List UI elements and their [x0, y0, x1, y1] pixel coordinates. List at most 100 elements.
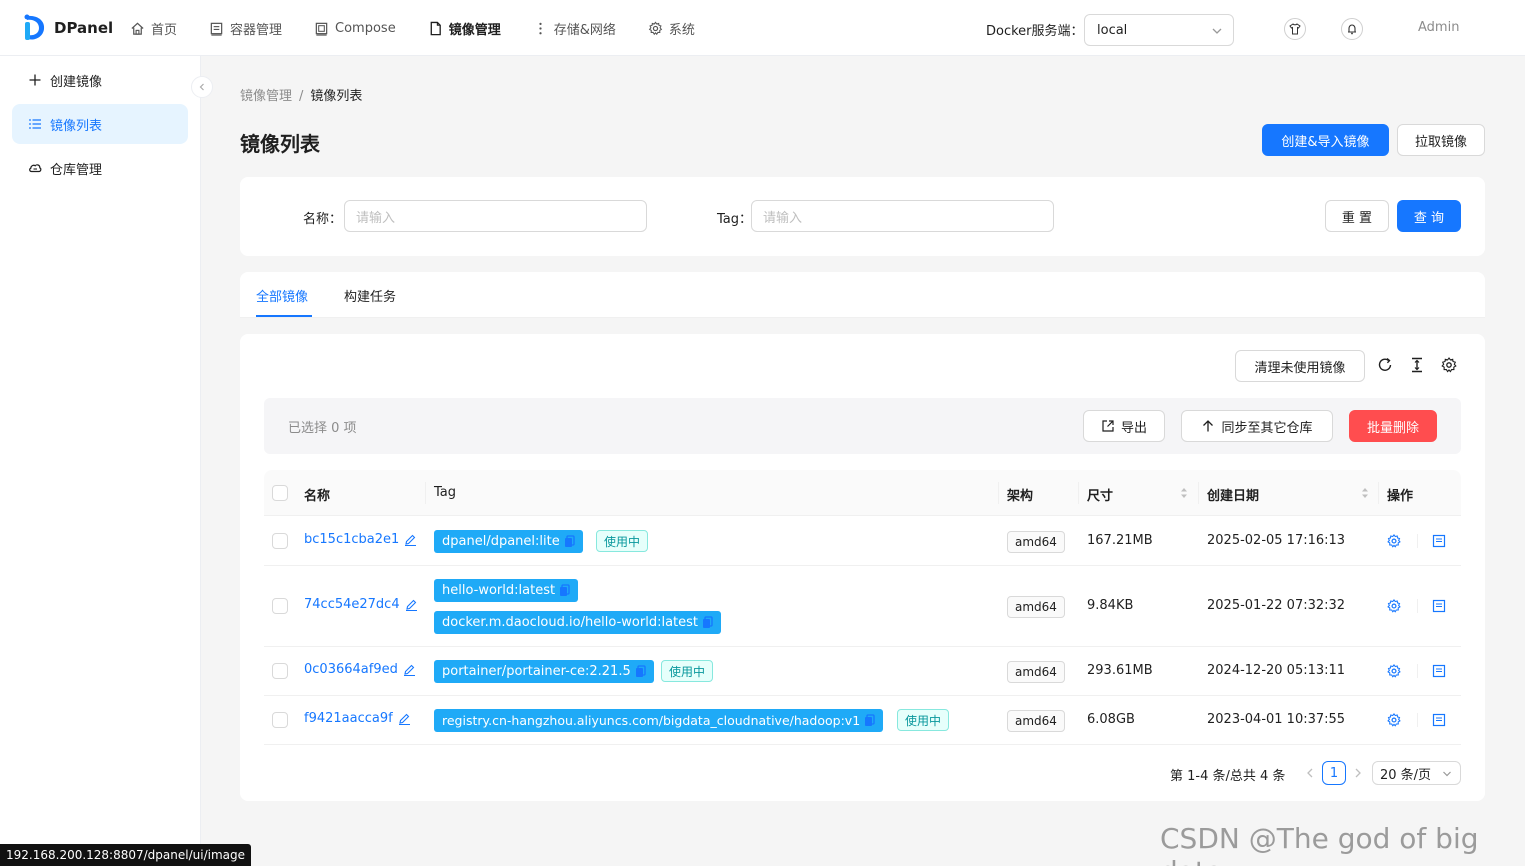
nav-compose[interactable]: Compose	[314, 0, 396, 56]
nav-system[interactable]: 系统	[648, 0, 695, 56]
image-id-link[interactable]: f9421aacca9f	[304, 711, 411, 726]
reset-button[interactable]: 重 置	[1325, 200, 1389, 232]
image-size: 9.84KB	[1087, 598, 1134, 613]
export-button[interactable]: 导出	[1083, 410, 1165, 442]
top-header: DPanel 首页 容器管理 Compose 镜像管理 存储&网络 系统 Doc…	[0, 0, 1525, 56]
page-size-value: 20 条/页	[1380, 767, 1432, 783]
copy-icon[interactable]	[864, 714, 875, 727]
tag-label: Tag：	[717, 212, 753, 227]
export-icon	[1102, 420, 1114, 432]
breadcrumb-separator: /	[299, 89, 304, 104]
dpanel-logo-icon	[24, 14, 45, 40]
name-search-input[interactable]: 请输入	[344, 200, 647, 232]
image-tag[interactable]: hello-world:latest	[434, 579, 579, 602]
action-divider	[1417, 599, 1418, 613]
row-checkbox[interactable]	[272, 663, 288, 679]
gear-icon[interactable]	[1387, 534, 1401, 548]
copy-icon[interactable]	[702, 616, 713, 629]
row-checkbox[interactable]	[272, 712, 288, 728]
image-tag-label: dpanel/dpanel:lite	[442, 534, 560, 549]
detail-icon[interactable]	[1432, 534, 1446, 548]
image-created: 2024-12-20 05:13:11	[1207, 663, 1346, 678]
docker-server-select[interactable]: local	[1084, 14, 1234, 46]
top-nav: 首页 容器管理 Compose 镜像管理 存储&网络 系统	[130, 0, 727, 56]
gear-icon[interactable]	[1387, 664, 1401, 678]
image-size: 293.61MB	[1087, 663, 1153, 678]
breadcrumb-parent[interactable]: 镜像管理	[240, 89, 292, 104]
name-label: 名称：	[303, 212, 343, 227]
pull-image-button[interactable]: 拉取镜像	[1397, 124, 1485, 156]
nav-home[interactable]: 首页	[130, 0, 177, 56]
page-1-button[interactable]: 1	[1322, 761, 1346, 785]
page-title: 镜像列表	[240, 132, 320, 156]
image-tag[interactable]: docker.m.daocloud.io/hello-world:latest	[434, 611, 722, 634]
compose-icon	[315, 22, 328, 36]
nav-containers-label: 容器管理	[230, 22, 283, 38]
sidebar-item-create-image[interactable]: 创建镜像	[12, 60, 188, 100]
detail-icon[interactable]	[1432, 713, 1446, 727]
nav-images[interactable]: 镜像管理	[428, 0, 501, 56]
nav-compose-label: Compose	[335, 20, 396, 36]
prev-page-icon[interactable]	[1305, 767, 1315, 779]
image-tag[interactable]: portainer/portainer-ce:2.21.5	[434, 660, 654, 683]
row-checkbox[interactable]	[272, 533, 288, 549]
refresh-icon[interactable]	[1377, 357, 1393, 373]
sort-icon[interactable]	[1360, 486, 1370, 500]
sidebar-collapse-button[interactable]	[191, 76, 213, 98]
next-page-icon[interactable]	[1353, 767, 1363, 779]
row-checkbox[interactable]	[272, 598, 288, 614]
export-label: 导出	[1120, 420, 1147, 436]
nav-images-label: 镜像管理	[448, 22, 501, 38]
detail-icon[interactable]	[1432, 599, 1446, 613]
query-button[interactable]: 查 询	[1397, 200, 1461, 232]
docker-server-label: Docker服务端：	[986, 24, 1084, 39]
edit-icon[interactable]	[404, 533, 417, 546]
active-tab-indicator	[256, 315, 312, 317]
column-divider	[425, 482, 426, 504]
detail-icon[interactable]	[1432, 664, 1446, 678]
image-size: 6.08GB	[1087, 712, 1135, 727]
tab-build-tasks[interactable]: 构建任务	[344, 286, 396, 305]
select-all-checkbox[interactable]	[272, 485, 288, 501]
edit-icon[interactable]	[398, 712, 411, 725]
theme-button[interactable]	[1284, 18, 1306, 40]
sidebar-item-image-list[interactable]: 镜像列表	[12, 104, 188, 144]
settings-icon[interactable]	[1441, 357, 1457, 373]
sync-to-registry-button[interactable]: 同步至其它仓库	[1181, 410, 1333, 442]
copy-icon[interactable]	[635, 665, 646, 678]
gear-icon[interactable]	[1387, 599, 1401, 613]
chevron-down-icon	[1443, 771, 1451, 777]
table-row: bc15c1cba2e1 dpanel/dpanel:lite 使用中 amd6…	[264, 517, 1461, 566]
sidebar-item-registry[interactable]: 仓库管理	[12, 148, 188, 188]
sort-icon[interactable]	[1179, 486, 1189, 500]
edit-icon[interactable]	[405, 598, 418, 611]
column-header-created[interactable]: 创建日期	[1207, 485, 1259, 504]
image-id-link[interactable]: bc15c1cba2e1	[304, 532, 417, 547]
tab-all-images[interactable]: 全部镜像	[256, 286, 308, 305]
logo[interactable]: DPanel	[22, 14, 113, 42]
image-tag-label: portainer/portainer-ce:2.21.5	[442, 664, 631, 679]
column-header-size[interactable]: 尺寸	[1087, 485, 1113, 504]
nav-containers[interactable]: 容器管理	[209, 0, 282, 56]
copy-icon[interactable]	[564, 535, 575, 548]
edit-icon[interactable]	[403, 663, 416, 676]
nav-system-label: 系统	[668, 22, 695, 38]
copy-icon[interactable]	[559, 584, 570, 597]
notification-button[interactable]	[1341, 18, 1363, 40]
image-tag[interactable]: registry.cn-hangzhou.aliyuncs.com/bigdat…	[434, 709, 884, 732]
prune-unused-images-button[interactable]: 清理未使用镜像	[1235, 350, 1365, 382]
tag-search-input[interactable]: 请输入	[751, 200, 1054, 232]
nav-storage-network[interactable]: 存储&网络	[533, 0, 616, 56]
batch-delete-button[interactable]: 批量删除	[1349, 410, 1437, 442]
column-height-icon[interactable]	[1409, 357, 1425, 373]
image-id: bc15c1cba2e1	[304, 532, 400, 547]
selection-count: 已选择 0 项	[288, 421, 357, 436]
image-id-link[interactable]: 0c03664af9ed	[304, 662, 416, 677]
image-id-link[interactable]: 74cc54e27dc4	[304, 597, 418, 612]
gear-icon[interactable]	[1387, 713, 1401, 727]
image-created: 2025-01-22 07:32:32	[1207, 598, 1346, 613]
page-size-select[interactable]: 20 条/页	[1372, 761, 1461, 785]
user-name[interactable]: Admin	[1418, 20, 1459, 35]
create-import-image-button[interactable]: 创建&导入镜像	[1262, 124, 1389, 156]
image-tag[interactable]: dpanel/dpanel:lite	[434, 530, 583, 553]
